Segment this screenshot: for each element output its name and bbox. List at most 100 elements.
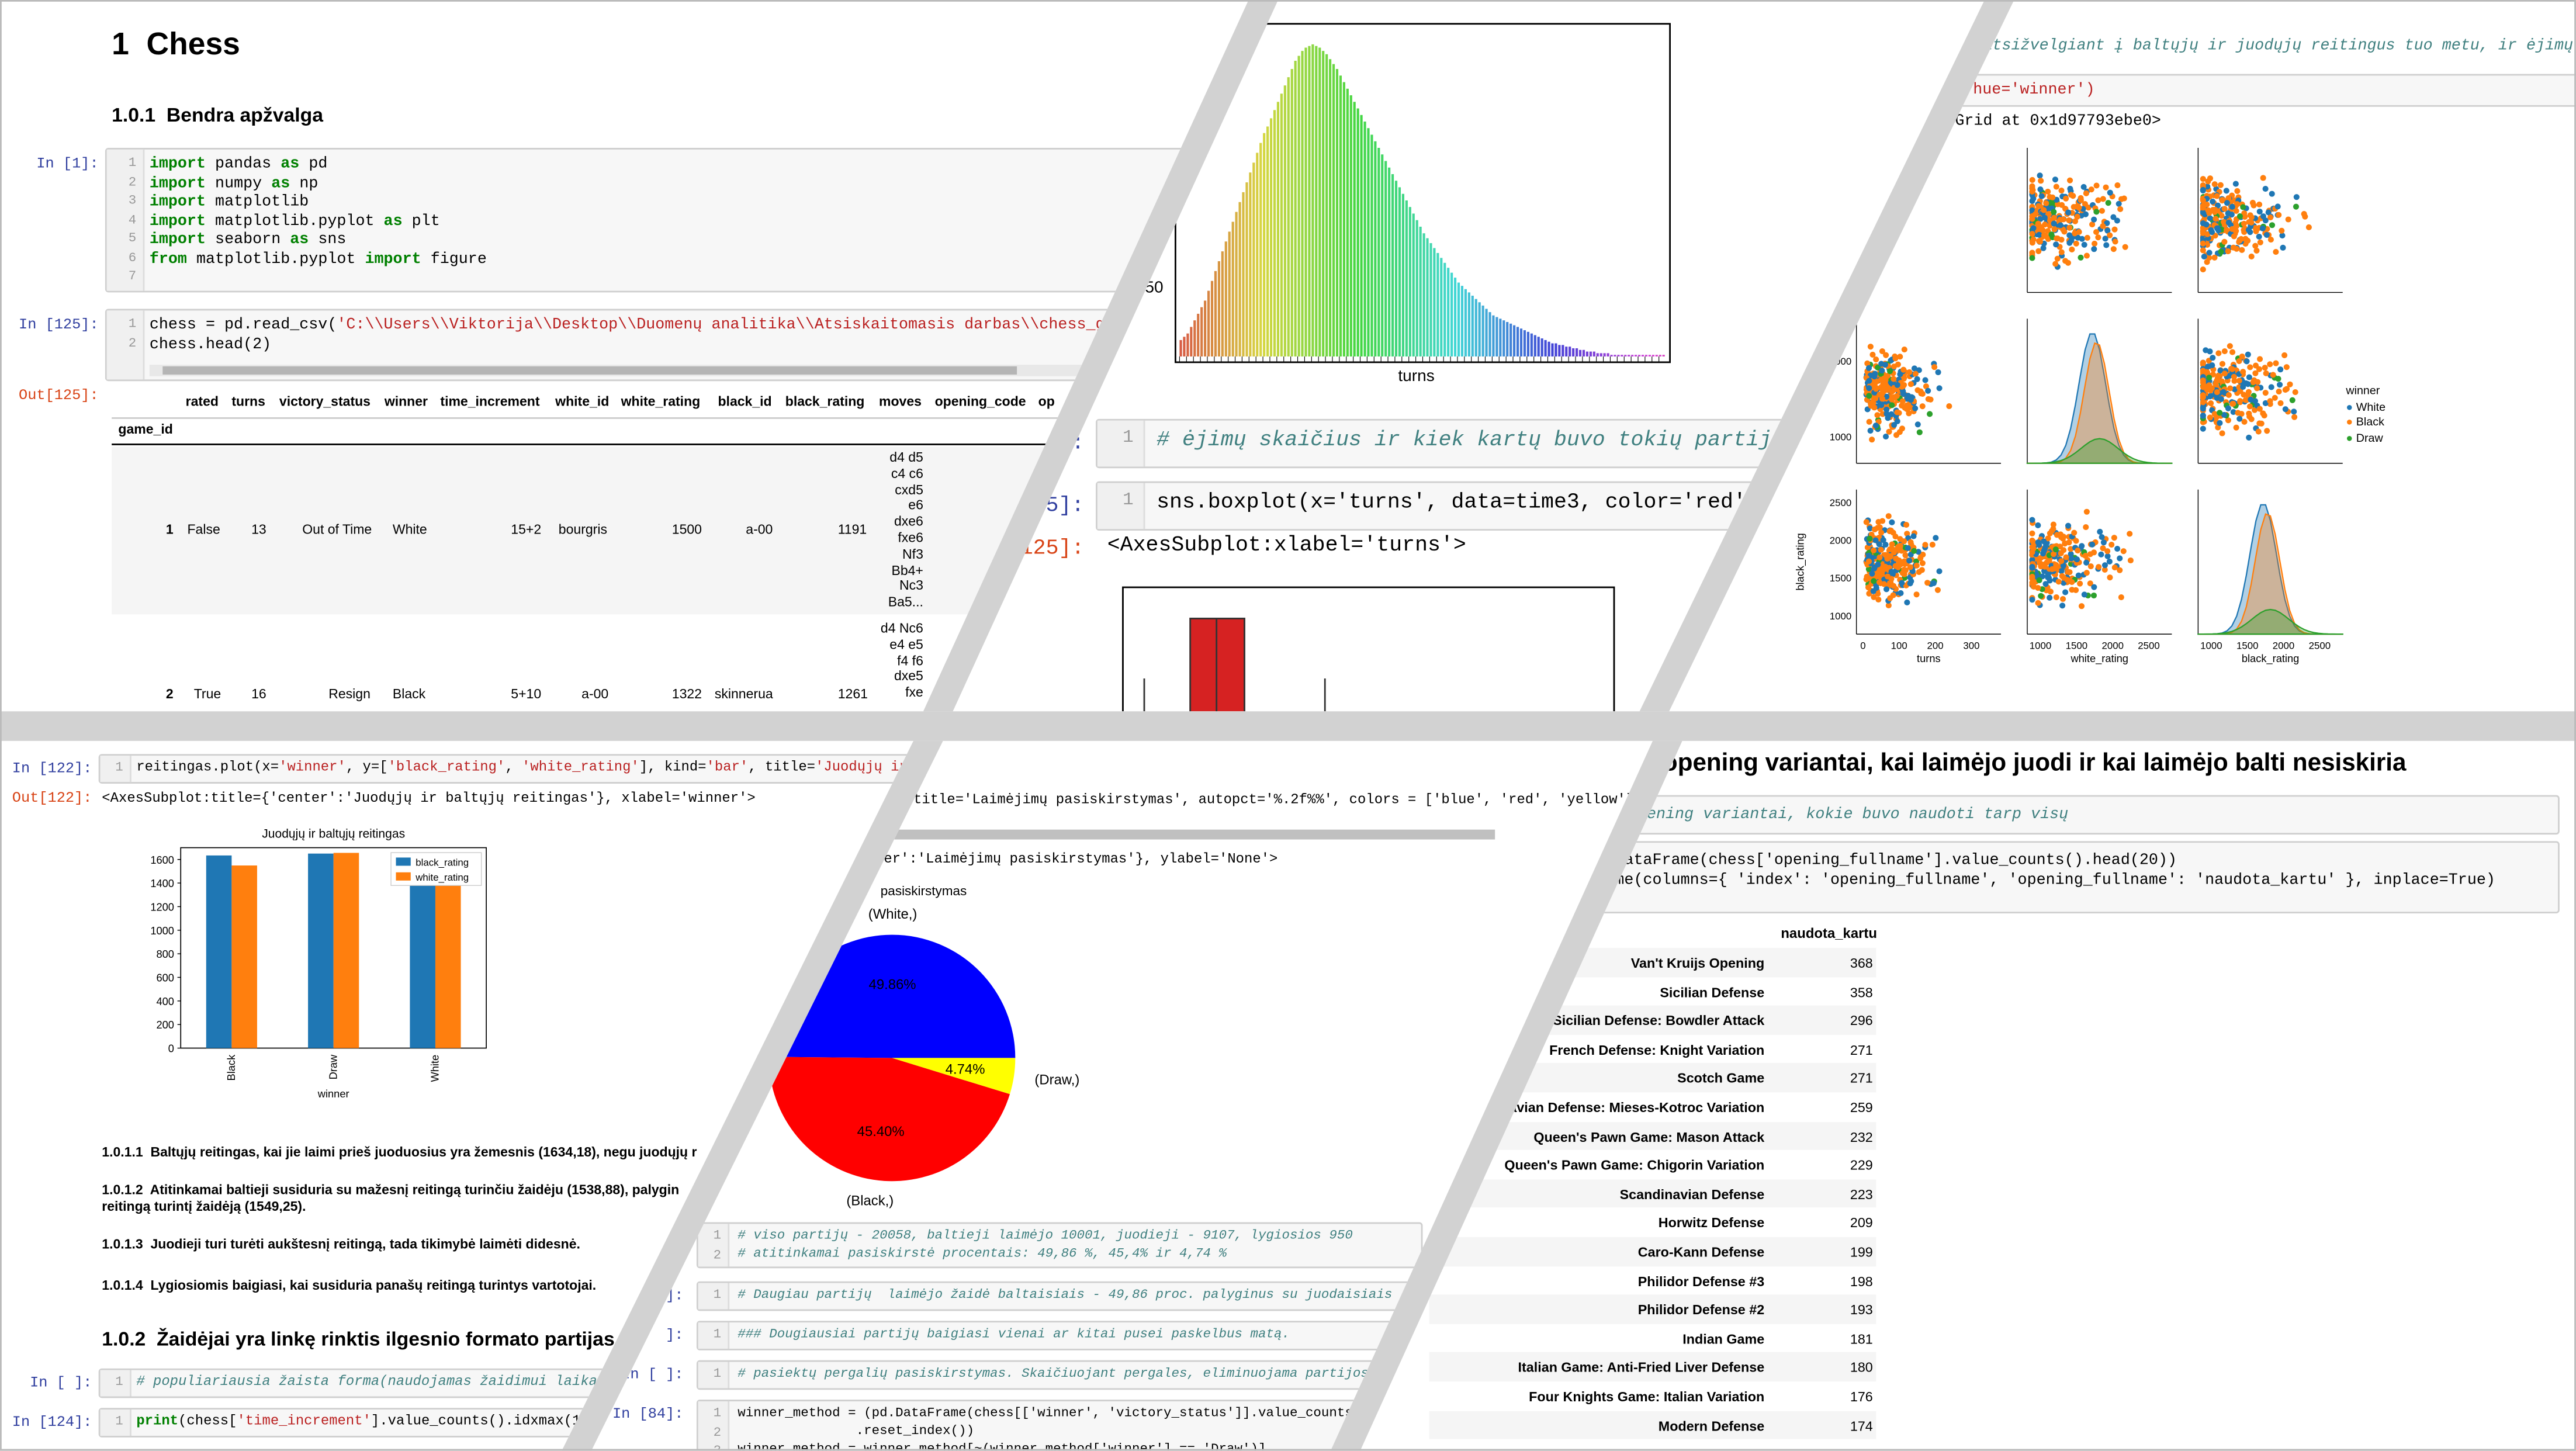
histogram-bar (1252, 162, 1255, 357)
scatter-point (1879, 348, 1886, 355)
scatter-point (2041, 538, 2047, 545)
histogram-bar (1457, 282, 1460, 357)
opening-name: Philidor Defense #2 (1637, 1301, 1765, 1318)
scatter-point (2110, 246, 2117, 252)
scatter-point (1871, 578, 1877, 584)
scatter-point (2084, 234, 2090, 241)
code-cell-imports[interactable]: 1234567 import pandas as pd import numpy… (105, 148, 1242, 293)
x-axis-label: turns (1917, 652, 1941, 664)
scatter-point (2246, 413, 2253, 420)
code-cell[interactable]: DataFrame(chess['opening_fullname'].valu… (1479, 841, 2560, 914)
scatter-point (2289, 397, 2295, 403)
scatter-point (2118, 594, 2124, 601)
scatter-point (2043, 200, 2049, 206)
scatter-point (2102, 236, 2108, 242)
scatter-point (2073, 538, 2079, 544)
scatter-point (2061, 574, 2067, 581)
scatter-point (2281, 352, 2288, 358)
scatter-point (1883, 411, 1890, 417)
openings-code: DataFrame(chess['opening_fullname'].valu… (1615, 851, 2495, 888)
scatter-point (2239, 353, 2245, 360)
scatter-point (2269, 222, 2276, 228)
scatter-point (2207, 215, 2213, 221)
comment-cell[interactable]: 1 # Daugiau partijų laimėjo žaidė baltai… (696, 1281, 1448, 1311)
histogram-bar (1495, 317, 1498, 357)
histogram-bar (1377, 148, 1380, 357)
comment-cell[interactable]: 12 # viso partijų - 20058, baltieji laim… (696, 1222, 1423, 1269)
scatter-point (1878, 529, 1885, 536)
histogram-bar (1492, 315, 1495, 357)
opening-name: Scotch Game (1677, 1070, 1765, 1087)
scatter-point (2065, 522, 2072, 529)
histogram-bar (1599, 353, 1602, 357)
histogram-bar (1544, 340, 1547, 357)
section-heading: 1.0.2 Žaidėjai yra linkę rinktis ilgesni… (102, 1327, 615, 1350)
scatter-point (2245, 351, 2251, 358)
cell-value: bourgris (558, 522, 608, 538)
histogram-bar (1245, 182, 1248, 357)
comment-cell[interactable]: 1 # pasiektų pergalių pasiskirstymas. Sk… (696, 1360, 1423, 1390)
code-cell[interactable]: 123 winner_method = (pd.DataFrame(chess[… (696, 1400, 1423, 1451)
scatter-point (2029, 530, 2035, 536)
histogram-bar (1426, 238, 1429, 357)
scatter-point (2120, 548, 2127, 555)
histogram-bar (1572, 348, 1575, 357)
histogram-bar (1356, 108, 1359, 357)
scatter-point (2272, 394, 2278, 401)
histogram-bar (1603, 353, 1606, 357)
scatter-point (2107, 574, 2113, 581)
comment-cell[interactable]: 1 # ėjimų skaičius ir kiek kartų buvo to… (1096, 418, 1855, 469)
code-cell-read-csv[interactable]: 12 chess = pd.read_csv('C:\\Users\\Vikto… (105, 309, 1242, 382)
cell-value: 1261 (837, 687, 868, 702)
scrollbar-thumb[interactable] (162, 366, 1017, 375)
scatter-point (1865, 365, 1872, 371)
histogram-bar (1294, 61, 1297, 357)
scatter-point (1896, 429, 1903, 435)
scatter-point (2273, 360, 2279, 366)
horizontal-scrollbar[interactable] (887, 829, 1495, 840)
scatter-point (2212, 206, 2218, 213)
opening-name: Indian Game (1682, 1330, 1765, 1347)
opening-count: 176 (1850, 1388, 1873, 1405)
scatter-point (1882, 563, 1889, 570)
scatter-point (2227, 385, 2234, 392)
scatter-point (2263, 370, 2269, 376)
pie-percent-label: 45.40% (857, 1124, 905, 1140)
scatter-point (1888, 527, 1894, 534)
scatter-point (1899, 402, 1905, 409)
scatter-point (2035, 238, 2042, 244)
histogram-bar (1471, 296, 1474, 357)
histogram-bar (1256, 153, 1259, 357)
scatter-point (2273, 248, 2279, 255)
scatter-point (1919, 567, 1925, 573)
pie-output: er':'Laimėjimų pasiskirstymas'}, ylabel=… (884, 851, 1278, 868)
scatter-point (2101, 562, 2108, 569)
scatter-point (1869, 437, 1875, 443)
bar-black_rating (206, 855, 232, 1048)
histogram-bar (1478, 302, 1481, 357)
histogram-bar (1576, 348, 1578, 357)
histogram-bar (1269, 118, 1273, 357)
histogram-bar (1342, 82, 1345, 357)
scatter-point (2042, 581, 2049, 587)
index-header: game_id (118, 422, 173, 437)
scatter-point (1895, 361, 1901, 368)
scatter-point (1891, 583, 1897, 589)
scatter-point (2247, 212, 2253, 219)
horizontal-scrollbar[interactable] (149, 365, 1234, 376)
comment-cell[interactable]: 1 ### Dougiausiai partijų baigiasi viena… (696, 1321, 1423, 1350)
histogram-bar (1235, 212, 1238, 357)
scatter-point (2051, 214, 2057, 221)
scatter-point (2103, 242, 2110, 248)
opening-count: 296 (1850, 1012, 1873, 1029)
scatter-point (2223, 188, 2229, 194)
boxplot-code-cell[interactable]: 1 sns.boxplot(x='turns', data=time3, col… (1096, 481, 1855, 531)
opening-name: Modern Defense (1658, 1417, 1765, 1433)
scatter-point (2221, 206, 2228, 212)
scatter-point (2051, 209, 2057, 215)
histogram-bar (1200, 307, 1203, 357)
comment-cell[interactable]: opening variantai, kokie buvo naudoti ta… (1479, 795, 2560, 835)
scatter-point (2207, 175, 2214, 182)
scatter-point (1878, 402, 1885, 408)
cell-value: 16 (251, 687, 266, 702)
